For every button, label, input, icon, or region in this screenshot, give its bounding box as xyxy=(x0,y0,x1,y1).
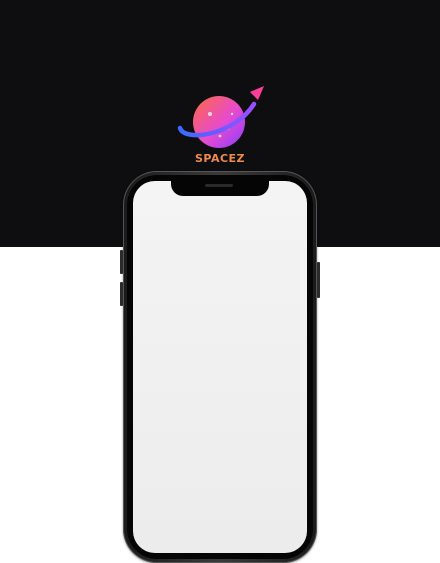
page: SPACEZ xyxy=(0,0,440,563)
brand-name: SPACEZ xyxy=(194,152,246,165)
planet-rocket-logo-icon xyxy=(174,84,268,154)
phone-mockup xyxy=(123,171,317,563)
phone-side-button xyxy=(120,250,123,274)
phone-side-button xyxy=(317,262,320,298)
phone-screen xyxy=(133,181,307,553)
speaker-icon xyxy=(205,184,233,187)
phone-side-button xyxy=(120,282,123,306)
phone-notch xyxy=(171,180,269,196)
